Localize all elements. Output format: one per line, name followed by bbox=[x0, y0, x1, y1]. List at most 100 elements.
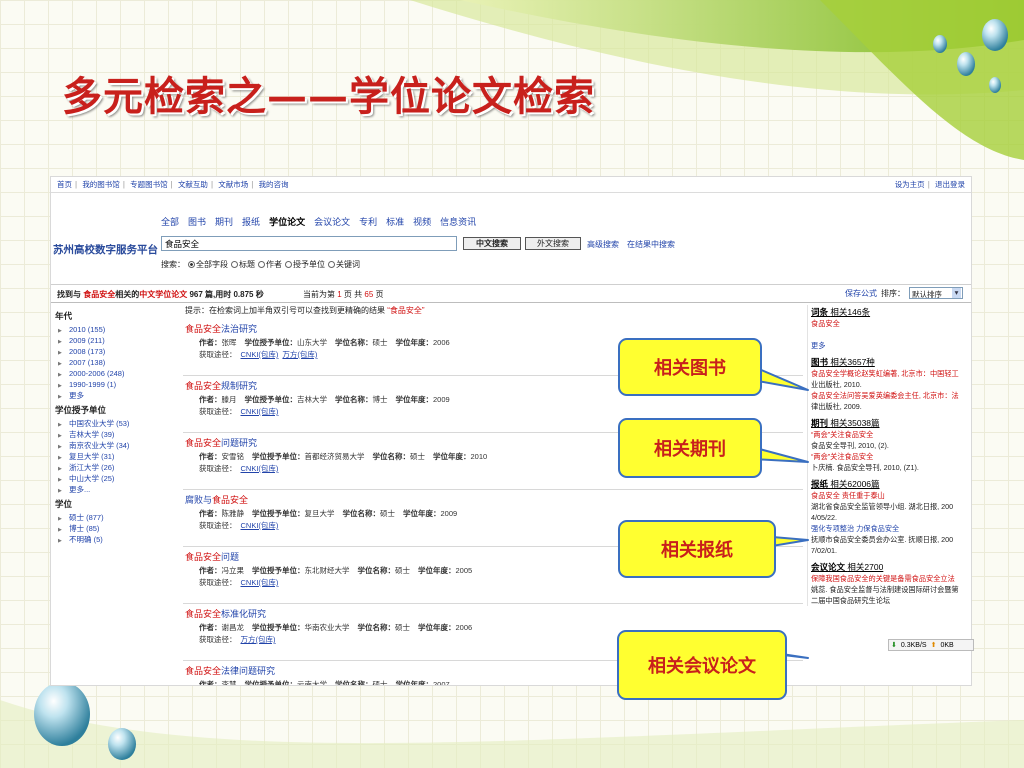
result-title-link[interactable]: 食品安全规制研究 bbox=[185, 379, 257, 392]
save-formula-link[interactable]: 保存公式 bbox=[845, 288, 877, 299]
sort-controls: 保存公式 排序： 默认排序 bbox=[845, 287, 963, 299]
result-title-link[interactable]: 食品安全法律问题研究 bbox=[185, 664, 275, 677]
callout-related-journals: 相关期刊 bbox=[618, 418, 762, 478]
access-link[interactable]: CNKI(包库) bbox=[241, 464, 279, 473]
scope-keyword[interactable]: 关键词 bbox=[328, 259, 360, 270]
result-title-link[interactable]: 腐败与食品安全 bbox=[185, 493, 248, 506]
download-speed: 0.3KB/S bbox=[900, 641, 927, 649]
facet-unit-item[interactable]: 吉林大学 (39) bbox=[55, 429, 175, 442]
facet-unit-item[interactable]: 中国农业大学 (53) bbox=[55, 418, 175, 431]
advanced-search-link[interactable]: 高级搜索 bbox=[587, 239, 619, 250]
result-summary: 找到与 食品安全相关的中文学位论文 967 篇,用时 0.875 秒 bbox=[57, 290, 264, 299]
search-in-results-link[interactable]: 在结果中搜索 bbox=[627, 239, 675, 250]
access-link[interactable]: CNKI(包库) bbox=[241, 521, 279, 530]
related-book-item[interactable]: 食品安全学概论赵笑虹编著, 北京市：中国轻工 bbox=[811, 368, 971, 379]
facet-unit-item[interactable]: 浙江大学 (26) bbox=[55, 462, 175, 475]
scope-all-fields[interactable]: 全部字段 bbox=[188, 259, 228, 270]
related-newspapers-title[interactable]: 报纸 相关62006篇 bbox=[811, 479, 971, 490]
facet-year-item[interactable]: 1990-1999 (1) bbox=[55, 379, 175, 392]
related-newspaper-detail: 湖北省食品安全监管领导小组. 湖北日报, 200 bbox=[811, 502, 954, 511]
callout-related-books: 相关图书 bbox=[618, 338, 762, 396]
related-newspaper-detail: 抚顺市食品安全委员会办公室. 抚顺日报, 200 bbox=[811, 535, 954, 544]
logout-link[interactable]: 退出登录 bbox=[935, 180, 965, 189]
related-terms-more[interactable]: 更多 bbox=[811, 340, 971, 351]
tab-all[interactable]: 全部 bbox=[161, 215, 179, 228]
facet-degree-item[interactable]: 不明确 (5) bbox=[55, 534, 175, 547]
related-newspaper-item[interactable]: 强化专项整治 力保食品安全 bbox=[811, 523, 971, 534]
platform-logo[interactable]: 苏州高校数字服务平台 bbox=[53, 242, 158, 257]
result-access: 获取途径： CNKI(包库) bbox=[199, 407, 279, 416]
related-newspaper-detail: 7/02/01. bbox=[811, 546, 837, 555]
nav-document-exchange[interactable]: 文献互助 bbox=[178, 180, 208, 189]
tab-patents[interactable]: 专利 bbox=[359, 215, 377, 228]
result-title-link[interactable]: 食品安全问题 bbox=[185, 550, 239, 563]
facet-year-item[interactable]: 2008 (173) bbox=[55, 346, 175, 359]
facet-year-more[interactable]: 更多 bbox=[55, 390, 175, 403]
scope-unit[interactable]: 授予单位 bbox=[285, 259, 325, 270]
related-newspaper-detail: 4/05/22. bbox=[811, 513, 837, 522]
scope-title[interactable]: 标题 bbox=[231, 259, 255, 270]
facet-year-item[interactable]: 2009 (211) bbox=[55, 335, 175, 348]
category-tabs: 全部 图书 期刊 报纸 学位论文 会议论文 专利 标准 视频 信息资讯 bbox=[161, 215, 476, 228]
tab-journals[interactable]: 期刊 bbox=[215, 215, 233, 228]
search-input[interactable]: 食品安全 bbox=[161, 236, 457, 251]
tab-books[interactable]: 图书 bbox=[188, 215, 206, 228]
result-meta: 作者：安雪铭 学位授予单位：首都经济贸易大学 学位名称：硕士 学位年度：2010 bbox=[199, 452, 488, 461]
facet-year-item[interactable]: 2010 (155) bbox=[55, 324, 175, 337]
scope-author[interactable]: 作者 bbox=[258, 259, 282, 270]
related-books-title[interactable]: 图书 相关3657种 bbox=[811, 357, 971, 368]
chinese-search-button[interactable]: 中文搜索 bbox=[463, 237, 521, 250]
tab-newspapers[interactable]: 报纸 bbox=[242, 215, 260, 228]
related-term-item[interactable]: 食品安全 bbox=[811, 318, 971, 329]
access-link[interactable]: 万方(包库) bbox=[241, 635, 276, 644]
nav-my-consult[interactable]: 我的咨询 bbox=[259, 180, 289, 189]
related-terms-title[interactable]: 词条 相关146条 bbox=[811, 307, 971, 318]
related-journal-item[interactable]: “两会”关注食品安全 bbox=[811, 451, 971, 462]
result-meta: 作者：冯立果 学位授予单位：东北财经大学 学位名称：硕士 学位年度：2005 bbox=[199, 566, 473, 575]
result-status-bar: 找到与 食品安全相关的中文学位论文 967 篇,用时 0.875 秒 当前为第 … bbox=[51, 285, 971, 303]
foreign-search-button[interactable]: 外文搜索 bbox=[525, 237, 581, 250]
facet-degree-title: 学位 bbox=[55, 499, 73, 509]
nav-home[interactable]: 首页 bbox=[57, 180, 72, 189]
related-newspaper-item[interactable]: 食品安全 责任重于泰山 bbox=[811, 490, 971, 501]
radio-icon bbox=[328, 261, 335, 268]
slide-title: 多元检索之——学位论文检索 bbox=[62, 73, 595, 120]
related-book-item[interactable]: 食品安全法问答吴爱英编委会主任, 北京市：法 bbox=[811, 390, 971, 401]
nav-my-library[interactable]: 我的图书馆 bbox=[82, 180, 120, 189]
result-meta: 作者：张晖 学位授予单位：山东大学 学位名称：硕士 学位年度：2006 bbox=[199, 338, 450, 347]
result-title-link[interactable]: 食品安全标准化研究 bbox=[185, 607, 266, 620]
related-conference-title[interactable]: 会议论文 相关2700 bbox=[811, 562, 971, 573]
access-link[interactable]: 万方(包库) bbox=[282, 350, 317, 359]
facet-unit-item[interactable]: 中山大学 (25) bbox=[55, 473, 175, 486]
callout-related-conference: 相关会议论文 bbox=[617, 630, 787, 700]
set-homepage-link[interactable]: 设为主页 bbox=[895, 180, 925, 189]
result-title-link[interactable]: 食品安全法治研究 bbox=[185, 322, 257, 335]
tab-standards[interactable]: 标准 bbox=[386, 215, 404, 228]
tab-dissertations[interactable]: 学位论文 bbox=[269, 215, 305, 228]
search-hint: 提示：在检索词上加半角双引号可以查找到更精确的结果 “食品安全” bbox=[185, 306, 425, 315]
access-link[interactable]: CNKI(包库) bbox=[241, 350, 279, 359]
result-access: 获取途径： CNKI(包库) bbox=[199, 464, 279, 473]
access-link[interactable]: CNKI(包库) bbox=[241, 407, 279, 416]
nav-document-market[interactable]: 文献市场 bbox=[218, 180, 248, 189]
tab-videos[interactable]: 视频 bbox=[413, 215, 431, 228]
sort-select[interactable]: 默认排序 bbox=[909, 287, 963, 299]
result-title-link[interactable]: 食品安全问题研究 bbox=[185, 436, 257, 449]
result-meta: 作者：谢昌龙 学位授予单位：华南农业大学 学位名称：硕士 学位年度：2006 bbox=[199, 623, 473, 632]
related-conference-item[interactable]: 保障我国食品安全的关键是备需食品安全立法 bbox=[811, 573, 971, 584]
facet-degree-item[interactable]: 硕士 (877) bbox=[55, 512, 175, 525]
related-book-detail: 业出版社, 2010. bbox=[811, 380, 862, 389]
facet-unit-item[interactable]: 南京农业大学 (34) bbox=[55, 440, 175, 453]
facet-year-item[interactable]: 2007 (138) bbox=[55, 357, 175, 370]
related-journals-title[interactable]: 期刊 相关35038篇 bbox=[811, 418, 971, 429]
related-journal-item[interactable]: “两会”关注食品安全 bbox=[811, 429, 971, 440]
facet-unit-item[interactable]: 复旦大学 (31) bbox=[55, 451, 175, 464]
facet-unit-more[interactable]: 更多... bbox=[55, 484, 175, 497]
sort-label: 排序： bbox=[881, 288, 905, 298]
access-link[interactable]: CNKI(包库) bbox=[241, 578, 279, 587]
nav-topic-library[interactable]: 专题图书馆 bbox=[130, 180, 168, 189]
tab-conference[interactable]: 会议论文 bbox=[314, 215, 350, 228]
tab-news[interactable]: 信息资讯 bbox=[440, 215, 476, 228]
facet-degree-item[interactable]: 博士 (85) bbox=[55, 523, 175, 536]
facet-year-item[interactable]: 2000-2006 (248) bbox=[55, 368, 175, 381]
